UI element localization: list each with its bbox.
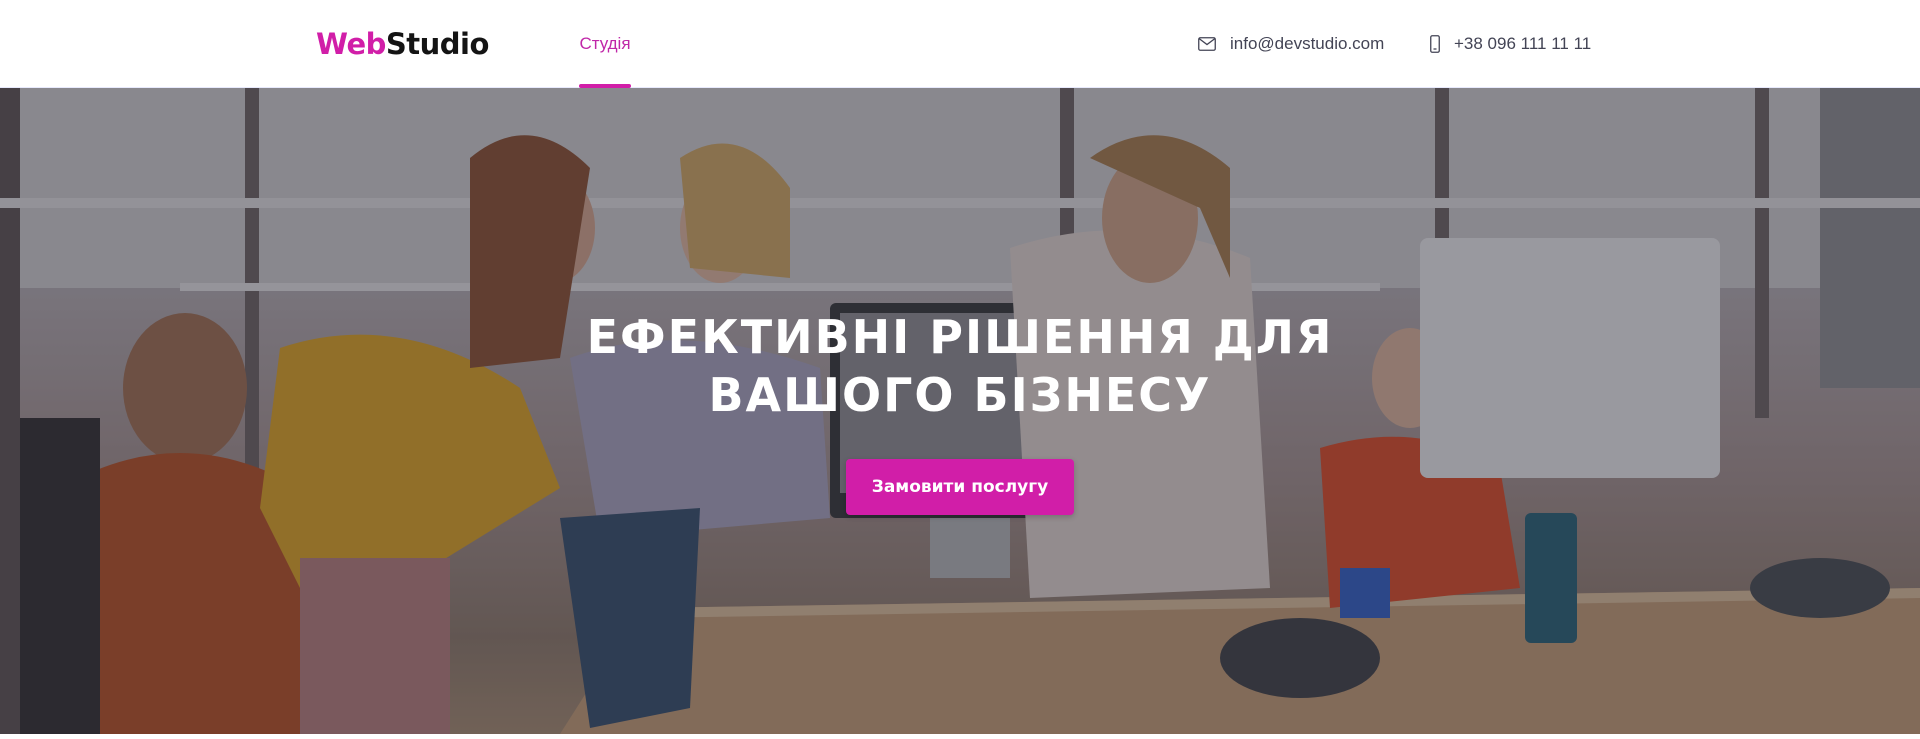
logo[interactable]: WebStudio	[316, 26, 489, 62]
logo-accent: Web	[316, 27, 386, 61]
hero-title: ЕФЕКТИВНІ РІШЕННЯ ДЛЯ ВАШОГО БІЗНЕСУ	[560, 308, 1360, 424]
smartphone-icon	[1430, 35, 1440, 53]
page-bottom-strip	[0, 734, 1920, 739]
contact-phone-text: +38 096 111 11 11	[1454, 34, 1592, 53]
hero-section: ЕФЕКТИВНІ РІШЕННЯ ДЛЯ ВАШОГО БІЗНЕСУ Зам…	[0, 88, 1920, 734]
hero-title-line-1: ЕФЕКТИВНІ РІШЕННЯ ДЛЯ	[586, 310, 1334, 364]
contact-email-text: info@devstudio.com	[1230, 34, 1385, 53]
contact-email-link[interactable]: info@devstudio.com	[1198, 0, 1384, 88]
envelope-icon	[1198, 37, 1216, 51]
order-service-button[interactable]: Замовити послугу	[846, 459, 1074, 515]
site-header: WebStudio Студія info@devstudio.com +38 …	[0, 0, 1920, 88]
logo-text: Studio	[385, 27, 490, 61]
hero-title-line-2: ВАШОГО БІЗНЕСУ	[708, 368, 1212, 422]
contact-phone-link[interactable]: +38 096 111 11 11	[1430, 0, 1591, 88]
nav-link-studio[interactable]: Студія	[578, 0, 632, 88]
